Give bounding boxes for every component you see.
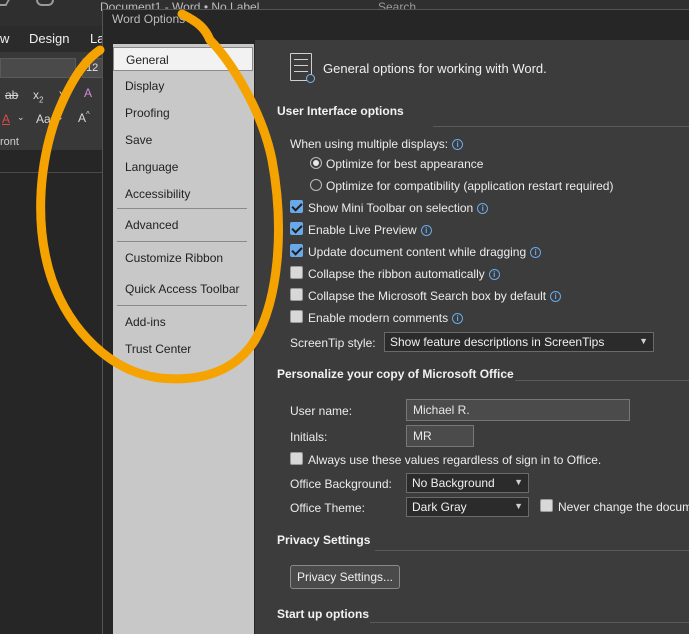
radio-best-appearance[interactable] bbox=[310, 157, 322, 169]
info-icon[interactable]: i bbox=[452, 313, 464, 324]
radio-compatibility[interactable] bbox=[310, 179, 322, 191]
general-options-icon bbox=[290, 53, 315, 83]
office-theme-label: Office Theme: bbox=[290, 501, 365, 515]
nav-item-language[interactable]: Language bbox=[113, 155, 253, 179]
strikethrough-icon[interactable]: ab bbox=[5, 88, 18, 102]
section-divider bbox=[515, 380, 689, 381]
personalize-title: Personalize your copy of Microsoft Offic… bbox=[277, 367, 514, 381]
initials-label: Initials: bbox=[290, 430, 328, 444]
nav-item-accessibility[interactable]: Accessibility bbox=[113, 182, 253, 206]
office-background-label: Office Background: bbox=[290, 477, 392, 491]
info-icon[interactable]: i bbox=[530, 247, 542, 258]
chevron-down-icon: ▼ bbox=[514, 477, 523, 487]
always-use-label: Always use these values regardless of si… bbox=[308, 453, 602, 467]
chevron-down-icon: ▼ bbox=[639, 336, 648, 346]
user-name-label: User name: bbox=[290, 404, 353, 418]
options-nav: General Display Proofing Save Language A… bbox=[113, 44, 254, 634]
chevron-down-icon[interactable]: ⌄ bbox=[56, 112, 64, 123]
info-icon[interactable]: i bbox=[452, 139, 464, 150]
mini-toolbar-checkbox[interactable] bbox=[290, 200, 303, 213]
nav-item-save[interactable]: Save bbox=[113, 128, 253, 152]
section-divider bbox=[375, 550, 689, 551]
info-icon[interactable]: i bbox=[477, 203, 489, 214]
nav-divider bbox=[117, 305, 247, 306]
privacy-title: Privacy Settings bbox=[277, 533, 371, 547]
modern-comments-label: Enable modern comments i bbox=[308, 311, 464, 325]
page-title: General options for working with Word. bbox=[323, 61, 547, 76]
nav-item-general[interactable]: General bbox=[113, 47, 253, 71]
nav-item-add-ins[interactable]: Add-ins bbox=[113, 310, 253, 334]
tab-view[interactable]: w bbox=[0, 31, 9, 46]
options-content: General options for working with Word. U… bbox=[255, 40, 689, 634]
office-background-value: No Background bbox=[412, 476, 495, 490]
collapse-ribbon-checkbox[interactable] bbox=[290, 266, 303, 279]
nav-item-trust-center[interactable]: Trust Center bbox=[113, 337, 253, 361]
nav-item-customize-ribbon[interactable]: Customize Ribbon bbox=[113, 246, 253, 270]
live-preview-label: Enable Live Preview i bbox=[308, 223, 432, 237]
ruler-line bbox=[0, 172, 104, 173]
never-change-label: Never change the docum bbox=[558, 500, 689, 514]
office-theme-value: Dark Gray bbox=[412, 500, 467, 514]
live-preview-checkbox[interactable] bbox=[290, 222, 303, 235]
subscript-icon[interactable]: x2 bbox=[33, 88, 43, 104]
info-icon[interactable]: i bbox=[550, 291, 562, 302]
info-icon[interactable]: i bbox=[488, 269, 500, 280]
nav-divider bbox=[117, 241, 247, 242]
radio-best-appearance-label: Optimize for best appearance bbox=[326, 157, 484, 171]
font-name-box[interactable] bbox=[0, 58, 76, 78]
tab-design[interactable]: Design bbox=[29, 31, 69, 46]
info-icon[interactable]: i bbox=[420, 225, 432, 236]
font-size-box[interactable]: 12 bbox=[82, 58, 104, 78]
nav-item-proofing[interactable]: Proofing bbox=[113, 101, 253, 125]
font-group-label: ront bbox=[0, 136, 19, 148]
office-theme-select[interactable]: Dark Gray ▼ bbox=[406, 497, 529, 517]
chevron-down-icon: ▼ bbox=[514, 501, 523, 511]
update-drag-checkbox[interactable] bbox=[290, 244, 303, 257]
screentip-value: Show feature descriptions in ScreenTips bbox=[390, 335, 605, 349]
text-effects-icon[interactable]: A bbox=[84, 86, 92, 100]
change-case-icon[interactable]: Aa bbox=[36, 112, 51, 126]
privacy-settings-button[interactable]: Privacy Settings... bbox=[290, 565, 400, 589]
mini-toolbar-label: Show Mini Toolbar on selection i bbox=[308, 201, 489, 215]
collapse-search-checkbox[interactable] bbox=[290, 288, 303, 301]
nav-item-advanced[interactable]: Advanced bbox=[113, 213, 253, 237]
office-background-select[interactable]: No Background ▼ bbox=[406, 473, 529, 493]
update-drag-label: Update document content while dragging i bbox=[308, 245, 542, 259]
multi-display-label: When using multiple displays: i bbox=[290, 137, 464, 151]
section-divider bbox=[370, 622, 689, 623]
section-divider bbox=[433, 126, 689, 127]
screentip-select[interactable]: Show feature descriptions in ScreenTips … bbox=[384, 332, 654, 352]
document-area bbox=[0, 150, 104, 634]
superscript-icon[interactable]: x2 bbox=[59, 86, 69, 101]
nav-item-quick-access-toolbar[interactable]: Quick Access Toolbar bbox=[113, 277, 253, 301]
nav-item-display[interactable]: Display bbox=[113, 74, 253, 98]
font-color-icon[interactable]: A bbox=[2, 112, 10, 126]
chevron-down-icon[interactable]: ⌄ bbox=[17, 112, 25, 123]
dialog-title: Word Options bbox=[103, 10, 689, 40]
never-change-checkbox[interactable] bbox=[540, 499, 553, 512]
word-options-dialog: Word Options General Display Proofing Sa… bbox=[102, 9, 689, 634]
collapse-ribbon-label: Collapse the ribbon automatically i bbox=[308, 267, 500, 281]
screentip-label: ScreenTip style: bbox=[290, 336, 376, 350]
grow-font-icon[interactable]: A^ bbox=[78, 110, 90, 125]
ui-options-title: User Interface options bbox=[277, 104, 404, 118]
nav-divider bbox=[117, 208, 247, 209]
user-name-field[interactable]: Michael R. bbox=[406, 399, 630, 421]
modern-comments-checkbox[interactable] bbox=[290, 310, 303, 323]
collapse-search-label: Collapse the Microsoft Search box by def… bbox=[308, 289, 562, 303]
initials-field[interactable]: MR bbox=[406, 425, 474, 447]
startup-title: Start up options bbox=[277, 607, 369, 621]
radio-compatibility-label: Optimize for compatibility (application … bbox=[326, 179, 614, 193]
always-use-checkbox[interactable] bbox=[290, 452, 303, 465]
